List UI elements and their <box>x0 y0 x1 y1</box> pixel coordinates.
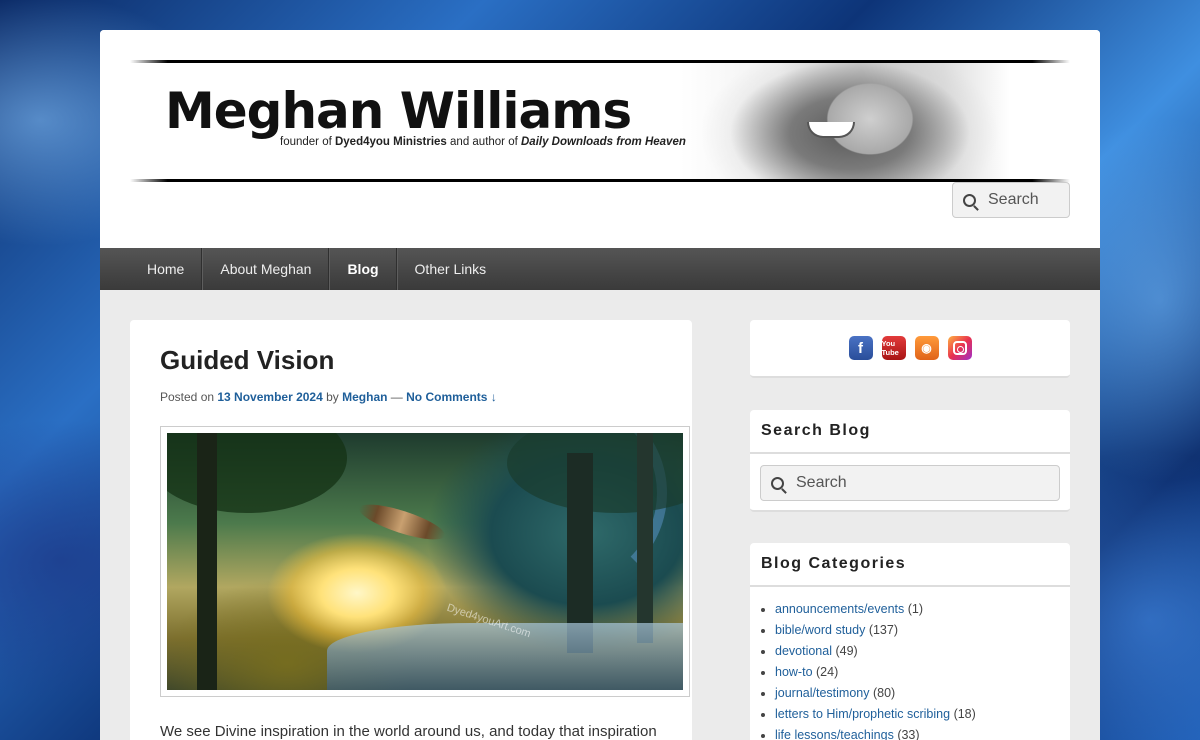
rss-glyph: ◉ <box>921 341 932 355</box>
list-item: bible/word study (137) <box>775 620 1070 641</box>
blog-categories-widget: Blog Categories announcements/events (1)… <box>750 543 1070 740</box>
sidebar-search-input[interactable]: Search <box>760 465 1060 501</box>
category-count: (80) <box>872 686 896 700</box>
list-item: life lessons/teachings (33) <box>775 725 1070 740</box>
meta-posted-label: Posted on <box>160 390 218 404</box>
category-link[interactable]: bible/word study <box>775 623 865 637</box>
post-date-link[interactable]: 13 November 2024 <box>217 390 322 404</box>
category-count: (137) <box>868 623 898 637</box>
banner-bottom-rule <box>130 179 1070 182</box>
sidebar-search-placeholder: Search <box>796 474 847 491</box>
main-navigation: Home About Meghan Blog Other Links <box>100 248 1100 290</box>
social-widget: f You Tube ◉ <box>750 320 1070 378</box>
category-link[interactable]: how-to <box>775 665 813 679</box>
list-item: letters to Him/prophetic scribing (18) <box>775 704 1070 725</box>
category-link[interactable]: letters to Him/prophetic scribing <box>775 707 950 721</box>
search-icon <box>963 193 976 207</box>
post-author-link[interactable]: Meghan <box>342 390 387 404</box>
meta-separator: — <box>387 390 407 404</box>
nav-item-other-links[interactable]: Other Links <box>396 248 504 290</box>
category-count: (24) <box>816 665 839 679</box>
tagline-ministry: Dyed4you Ministries <box>334 136 447 148</box>
post-title[interactable]: Guided Vision <box>160 345 662 376</box>
post-meta: Posted on 13 November 2024 by Meghan — N… <box>160 390 662 404</box>
list-item: devotional (49) <box>775 641 1070 662</box>
instagram-icon[interactable] <box>947 336 972 360</box>
header-search-input[interactable]: Search <box>952 182 1070 218</box>
blog-categories-title: Blog Categories <box>750 543 1070 587</box>
search-blog-title: Search Blog <box>750 410 1070 454</box>
category-count: (1) <box>907 602 924 616</box>
page-container: Meghan Williams founder of Dyed4you Mini… <box>100 30 1100 740</box>
post-article: Guided Vision Posted on 13 November 2024… <box>130 320 692 740</box>
image-hawk <box>355 497 449 547</box>
nav-item-about-meghan[interactable]: About Meghan <box>202 248 330 290</box>
nav-item-home[interactable]: Home <box>130 248 203 290</box>
list-item: announcements/events (1) <box>775 599 1070 620</box>
image-tree <box>637 433 653 643</box>
facebook-glyph: f <box>858 339 863 357</box>
tagline-book: Daily Downloads from Heaven <box>521 136 686 148</box>
list-item: how-to (24) <box>775 662 1070 683</box>
youtube-glyph: You Tube <box>881 339 899 357</box>
image-canopy <box>167 433 347 513</box>
site-header: Meghan Williams founder of Dyed4you Mini… <box>100 30 1100 248</box>
site-tagline: founder of Dyed4you Ministries and autho… <box>280 136 686 148</box>
post-featured-figure: Dyed4youArt.com <box>160 426 690 697</box>
rss-icon[interactable]: ◉ <box>914 336 939 360</box>
youtube-icon[interactable]: You Tube <box>881 336 906 360</box>
facebook-icon[interactable]: f <box>848 336 873 360</box>
search-icon <box>771 476 784 490</box>
post-comments-link[interactable]: No Comments ↓ <box>406 390 497 404</box>
category-count: (49) <box>835 644 858 658</box>
tagline-pre: founder of <box>280 136 335 148</box>
category-count: (18) <box>953 707 976 721</box>
category-link[interactable]: announcements/events <box>775 602 904 616</box>
image-tree <box>197 433 217 690</box>
site-title: Meghan Williams <box>165 82 632 140</box>
post-excerpt: We see Divine inspiration in the world a… <box>160 723 657 740</box>
list-item: journal/testimony (80) <box>775 683 1070 704</box>
post-featured-image[interactable]: Dyed4youArt.com <box>167 433 683 690</box>
tagline-mid: and author of <box>446 136 521 148</box>
search-blog-widget: Search Blog Search <box>750 410 1070 512</box>
site-banner[interactable]: Meghan Williams founder of Dyed4you Mini… <box>130 60 1070 182</box>
author-portrait <box>680 63 1010 179</box>
category-link[interactable]: devotional <box>775 644 832 658</box>
category-link[interactable]: life lessons/teachings <box>775 728 894 740</box>
image-stream <box>327 623 683 690</box>
nav-item-blog[interactable]: Blog <box>329 248 397 290</box>
category-list: announcements/events (1) bible/word stud… <box>750 587 1070 740</box>
instagram-glyph <box>952 341 967 355</box>
header-search-placeholder: Search <box>988 191 1039 208</box>
meta-by-label: by <box>322 390 343 404</box>
category-count: (33) <box>897 728 920 740</box>
category-link[interactable]: journal/testimony <box>775 686 870 700</box>
